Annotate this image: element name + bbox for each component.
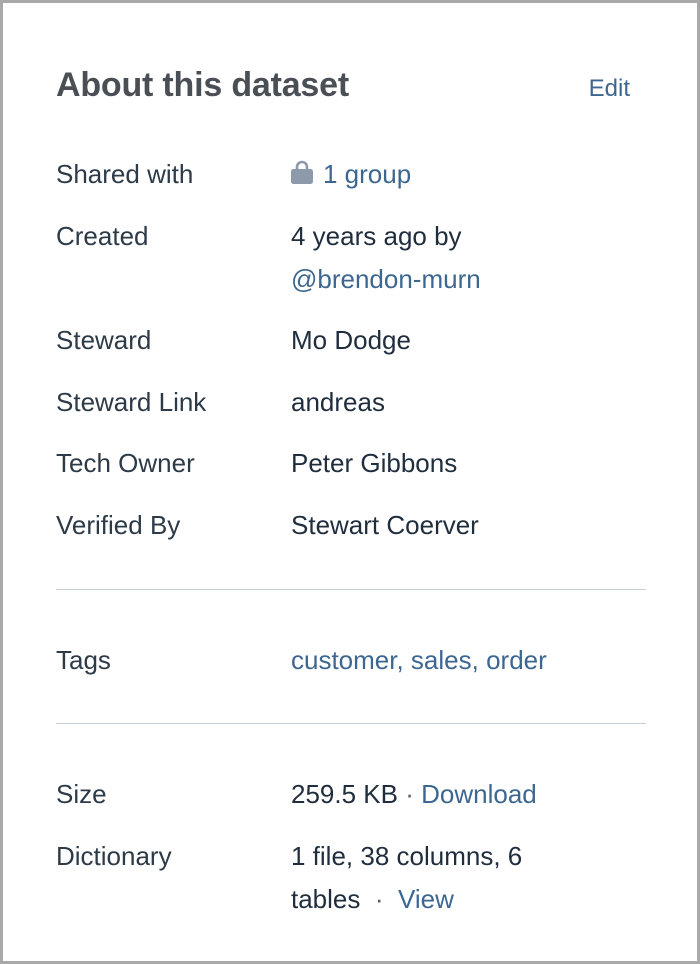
dictionary-row: Dictionary 1 file, 38 columns, 6 tables …	[56, 835, 593, 921]
created-label: Created	[56, 221, 149, 251]
tags-label: Tags	[56, 645, 111, 675]
tech-owner-value: Peter Gibbons	[291, 448, 458, 478]
shared-with-value: 1 group	[291, 153, 593, 196]
tags-value: customer, sales, order	[291, 639, 593, 682]
tech-owner-row: Tech Owner Peter Gibbons	[56, 442, 593, 485]
separator-dot: ·	[374, 884, 384, 914]
details-section: Shared with 1 group Created 4 years ago …	[56, 153, 593, 547]
steward-value: Mo Dodge	[291, 325, 411, 355]
size-row: Size 259.5 KB · Download	[56, 773, 593, 816]
created-value: 4 years ago by @brendon-murn	[291, 215, 593, 301]
steward-link-label: Steward Link	[56, 387, 207, 417]
view-link[interactable]: View	[398, 884, 454, 914]
steward-link-row: Steward Link andreas	[56, 381, 593, 424]
shared-group-link[interactable]: 1 group	[323, 159, 411, 189]
dictionary-summary-tail: tables	[291, 884, 361, 914]
panel-title: About this dataset	[56, 66, 349, 104]
created-row: Created 4 years ago by @brendon-murn	[56, 215, 593, 301]
steward-row: Steward Mo Dodge	[56, 319, 593, 362]
size-label: Size	[56, 779, 107, 809]
about-dataset-panel: About this dataset Edit Shared with 1 gr…	[0, 0, 700, 964]
tags-row: Tags customer, sales, order	[56, 639, 593, 682]
steward-link-value: andreas	[291, 387, 385, 417]
divider	[56, 589, 646, 590]
edit-link[interactable]: Edit	[589, 75, 630, 103]
shared-with-row: Shared with 1 group	[56, 153, 593, 196]
verified-by-label: Verified By	[56, 510, 181, 540]
tags-section: Tags customer, sales, order	[56, 639, 593, 682]
steward-label: Steward	[56, 325, 152, 355]
tags-link[interactable]: customer, sales, order	[291, 645, 547, 675]
dictionary-label: Dictionary	[56, 841, 172, 871]
verified-by-row: Verified By Stewart Coerver	[56, 504, 593, 547]
dictionary-summary-cont: tables · View	[291, 878, 593, 921]
shared-with-label: Shared with	[56, 159, 194, 189]
size-amount: 259.5 KB	[291, 779, 398, 809]
dictionary-summary: 1 file, 38 columns, 6	[291, 841, 523, 871]
verified-by-value: Stewart Coerver	[291, 510, 479, 540]
size-value: 259.5 KB · Download	[291, 773, 593, 816]
separator-dot: ·	[405, 779, 414, 809]
download-link[interactable]: Download	[421, 779, 537, 809]
tech-owner-label: Tech Owner	[56, 448, 195, 478]
dictionary-value: 1 file, 38 columns, 6 tables · View	[291, 835, 593, 921]
created-time: 4 years ago by	[291, 221, 462, 251]
creator-user-link[interactable]: @brendon-murn	[291, 264, 481, 294]
divider	[56, 723, 646, 724]
lock-icon	[291, 160, 313, 184]
files-section: Size 259.5 KB · Download Dictionary 1 fi…	[56, 773, 593, 921]
